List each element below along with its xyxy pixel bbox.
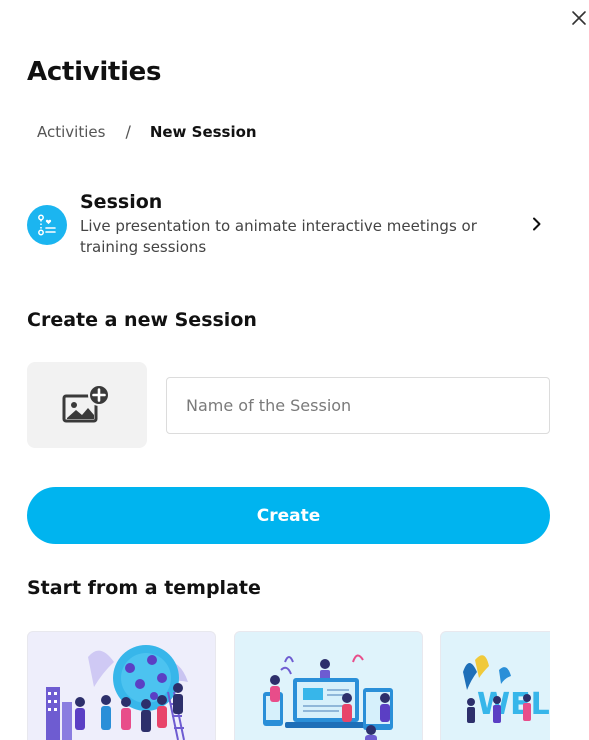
close-icon	[572, 11, 586, 25]
welcome-illustration: WELCO	[463, 655, 550, 723]
create-button[interactable]: Create	[27, 487, 550, 544]
create-section-heading: Create a new Session	[27, 309, 257, 331]
template-list: WELCO	[27, 631, 550, 740]
team-brainstorm-illustration	[46, 645, 188, 740]
template-card-team-brainstorm[interactable]	[27, 631, 216, 740]
breadcrumb-separator: /	[125, 122, 131, 141]
add-image-button[interactable]	[27, 362, 147, 448]
session-name-input[interactable]	[166, 377, 550, 434]
session-type-card[interactable]: Session Live presentation to animate int…	[27, 190, 550, 260]
page-title: Activities	[27, 57, 162, 87]
session-type-title: Session	[80, 191, 163, 213]
chevron-right-icon	[527, 214, 547, 234]
session-flow-icon	[27, 205, 67, 245]
session-type-description: Live presentation to animate interactive…	[80, 217, 477, 256]
templates-heading: Start from a template	[27, 577, 261, 599]
template-card-welcome[interactable]: WELCO	[440, 631, 550, 740]
breadcrumb-activities-link[interactable]: Activities	[37, 123, 105, 141]
template-card-online-collaboration[interactable]	[234, 631, 423, 740]
close-button[interactable]	[566, 5, 589, 31]
online-collaboration-illustration	[263, 654, 393, 740]
breadcrumb: Activities / New Session	[37, 122, 257, 141]
svg-text:WELCO: WELCO	[477, 687, 550, 722]
add-image-icon	[62, 384, 110, 423]
breadcrumb-current: New Session	[149, 122, 257, 141]
